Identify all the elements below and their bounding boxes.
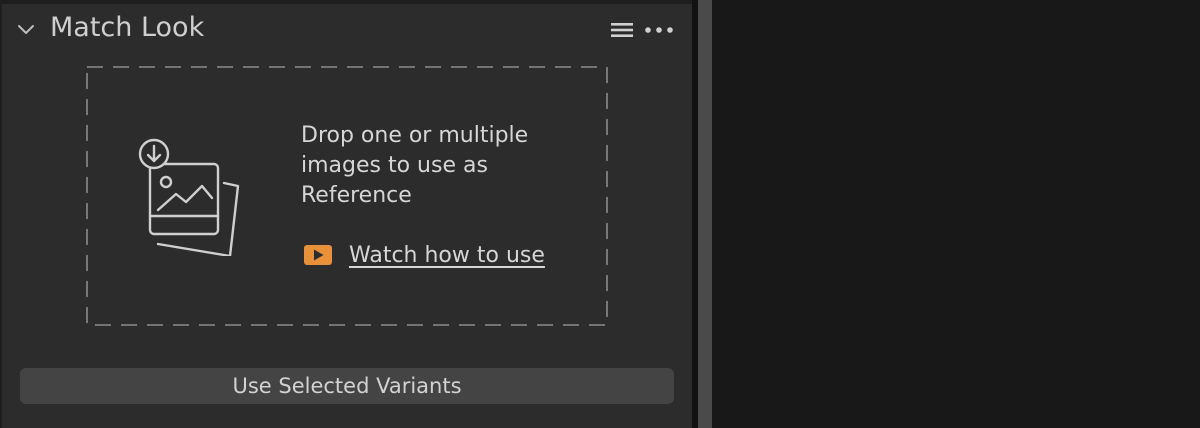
match-look-panel: Match Look Drop one or multiple images t…	[0, 0, 694, 428]
watch-how-to-use[interactable]: Watch how to use	[304, 240, 545, 270]
watch-how-to-use-link[interactable]: Watch how to use	[349, 243, 545, 268]
more-dots-icon[interactable]	[643, 20, 675, 40]
panel-title: Match Look	[50, 12, 205, 43]
image-viewer-area	[712, 0, 1200, 428]
panel-scrollbar[interactable]	[698, 0, 712, 428]
panel-top-edge	[2, 0, 694, 4]
use-selected-variants-button[interactable]: Use Selected Variants	[20, 368, 674, 404]
image-drop-icon	[138, 138, 240, 256]
reference-drop-zone[interactable]: Drop one or multiple images to use as Re…	[86, 66, 608, 326]
hamburger-menu-icon[interactable]	[609, 20, 635, 40]
chevron-down-icon[interactable]	[16, 20, 36, 40]
play-video-icon[interactable]	[304, 245, 332, 265]
drop-instructions: Drop one or multiple images to use as Re…	[301, 123, 529, 208]
